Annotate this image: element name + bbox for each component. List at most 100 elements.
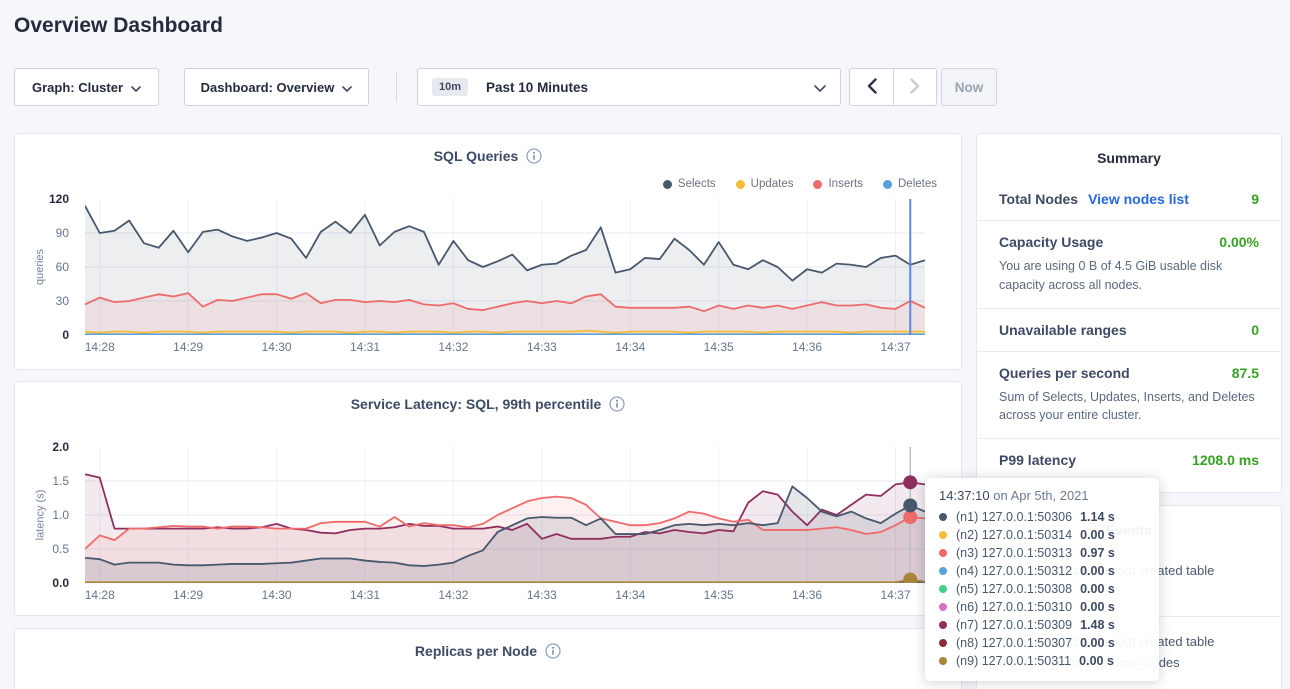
series-dot-icon [939, 621, 947, 629]
tooltip-node-value: 0.97 s [1080, 546, 1115, 560]
tooltip-node-name: (n1) 127.0.0.1:50306 [956, 510, 1072, 524]
unavailable-ranges-value: 0 [1251, 322, 1259, 338]
now-button[interactable]: Now [941, 68, 997, 106]
chevron-down-icon [814, 80, 826, 95]
tooltip-rows: (n1) 127.0.0.1:503061.14 s(n2) 127.0.0.1… [939, 508, 1145, 670]
time-range-badge: 10m [432, 78, 468, 96]
summary-row-qps: Queries per second 87.5 Sum of Selects, … [977, 351, 1281, 439]
legend-dot-icon [736, 180, 745, 189]
legend-item-deletes[interactable]: Deletes [883, 178, 937, 190]
series-dot-icon [939, 567, 947, 575]
sql-queries-legend: Selects Updates Inserts Deletes [663, 178, 937, 190]
series-dot-icon [939, 603, 947, 611]
tooltip-time: 14:37:10 [939, 488, 990, 503]
y-tick-label: 120 [49, 192, 69, 206]
info-icon[interactable] [609, 396, 625, 412]
x-tick-label: 14:29 [173, 588, 203, 602]
chevron-left-icon [867, 78, 877, 97]
service-latency-plot[interactable] [85, 447, 925, 583]
total-nodes-value: 9 [1251, 191, 1259, 207]
legend-item-updates[interactable]: Updates [736, 178, 794, 190]
legend-item-selects[interactable]: Selects [663, 178, 716, 190]
legend-label: Selects [678, 178, 716, 190]
y-tick-label: 30 [56, 294, 69, 308]
tooltip-node-name: (n6) 127.0.0.1:50310 [956, 600, 1072, 614]
x-tick-label: 14:30 [262, 588, 292, 602]
x-tick-label: 14:37 [881, 340, 911, 354]
series-dot-icon [939, 531, 947, 539]
summary-row-p99: P99 latency 1208.0 ms [977, 438, 1281, 481]
dashboard-dropdown-label: Dashboard: Overview [201, 80, 335, 95]
time-pager [849, 68, 937, 106]
legend-item-inserts[interactable]: Inserts [813, 178, 863, 190]
p99-latency-label: P99 latency [999, 452, 1076, 468]
x-tick-label: 14:37 [881, 588, 911, 602]
qps-label: Queries per second [999, 365, 1130, 381]
tooltip-node-value: 1.14 s [1080, 510, 1115, 524]
legend-dot-icon [663, 180, 672, 189]
tooltip-node-row: (n6) 127.0.0.1:50310 0.00 s [939, 598, 1145, 616]
view-nodes-list-link[interactable]: View nodes list [1088, 191, 1189, 207]
replicas-chart-title: Replicas per Node [415, 643, 537, 659]
dashboard-dropdown[interactable]: Dashboard: Overview [184, 68, 369, 106]
tooltip-node-row: (n5) 127.0.0.1:50308 0.00 s [939, 580, 1145, 598]
next-time-button[interactable] [893, 69, 936, 105]
tooltip-node-value: 1.48 s [1080, 618, 1115, 632]
y-tick-label: 60 [56, 260, 69, 274]
tooltip-node-row: (n1) 127.0.0.1:50306 1.14 s [939, 508, 1145, 526]
series-dot-icon [939, 657, 947, 665]
sql-queries-plot[interactable] [85, 199, 925, 335]
tooltip-node-value: 0.00 s [1079, 654, 1114, 668]
series-dot-icon [939, 585, 947, 593]
x-tick-label: 14:28 [85, 340, 115, 354]
page-title: Overview Dashboard [14, 14, 223, 38]
y-tick-label: 1.0 [52, 508, 69, 522]
capacity-usage-label: Capacity Usage [999, 234, 1103, 250]
series-dot-icon [939, 549, 947, 557]
x-tick-label: 14:36 [792, 340, 822, 354]
graph-dropdown[interactable]: Graph: Cluster [14, 68, 159, 106]
tooltip-node-row: (n7) 127.0.0.1:50309 1.48 s [939, 616, 1145, 634]
tooltip-node-name: (n8) 127.0.0.1:50307 [956, 636, 1072, 650]
total-nodes-label: Total Nodes [999, 191, 1078, 207]
x-tick-label: 14:28 [85, 588, 115, 602]
chevron-right-icon [910, 78, 920, 97]
sql-x-axis: 14:2814:2914:3014:3114:3214:3314:3414:35… [85, 340, 925, 356]
chart-hover-tooltip: 14:37:10 on Apr 5th, 2021 (n1) 127.0.0.1… [925, 478, 1159, 681]
x-tick-label: 14:34 [615, 340, 645, 354]
time-range-label: Past 10 Minutes [486, 80, 588, 95]
y-tick-label: 0.0 [52, 576, 69, 590]
info-icon[interactable] [526, 148, 542, 164]
tooltip-node-name: (n4) 127.0.0.1:50312 [956, 564, 1072, 578]
legend-label: Deletes [898, 178, 937, 190]
tooltip-node-value: 0.00 s [1080, 636, 1115, 650]
tooltip-node-row: (n9) 127.0.0.1:50311 0.00 s [939, 652, 1145, 670]
prev-time-button[interactable] [850, 69, 893, 105]
tooltip-node-name: (n9) 127.0.0.1:50311 [956, 654, 1071, 668]
legend-label: Updates [751, 178, 794, 190]
tooltip-node-value: 0.00 s [1080, 564, 1115, 578]
latency-x-axis: 14:2814:2914:3014:3114:3214:3314:3414:35… [85, 588, 925, 604]
x-tick-label: 14:30 [262, 340, 292, 354]
x-tick-label: 14:36 [792, 588, 822, 602]
y-tick-label: 1.5 [52, 474, 69, 488]
sql-y-axis: 0306090120 [15, 199, 77, 335]
tooltip-date: on Apr 5th, 2021 [993, 488, 1088, 503]
time-range-dropdown[interactable]: 10m Past 10 Minutes [417, 68, 841, 106]
capacity-usage-value: 0.00% [1219, 234, 1259, 250]
y-tick-label: 2.0 [52, 440, 69, 454]
qps-value: 87.5 [1232, 365, 1259, 381]
capacity-usage-description: You are using 0 B of 4.5 GiB usable disk… [999, 257, 1259, 295]
x-tick-label: 14:35 [704, 340, 734, 354]
tooltip-node-value: 0.00 s [1080, 582, 1115, 596]
tooltip-node-name: (n7) 127.0.0.1:50309 [956, 618, 1072, 632]
summary-row-capacity: Capacity Usage 0.00% You are using 0 B o… [977, 220, 1281, 308]
info-icon[interactable] [545, 643, 561, 659]
tooltip-node-value: 0.00 s [1080, 600, 1115, 614]
tooltip-node-row: (n3) 127.0.0.1:503130.97 s [939, 544, 1145, 562]
series-dot-icon [939, 513, 947, 521]
tooltip-node-value: 0.00 s [1080, 528, 1115, 542]
legend-label: Inserts [828, 178, 863, 190]
tooltip-node-name: (n5) 127.0.0.1:50308 [956, 582, 1072, 596]
toolbar-divider [396, 72, 397, 102]
